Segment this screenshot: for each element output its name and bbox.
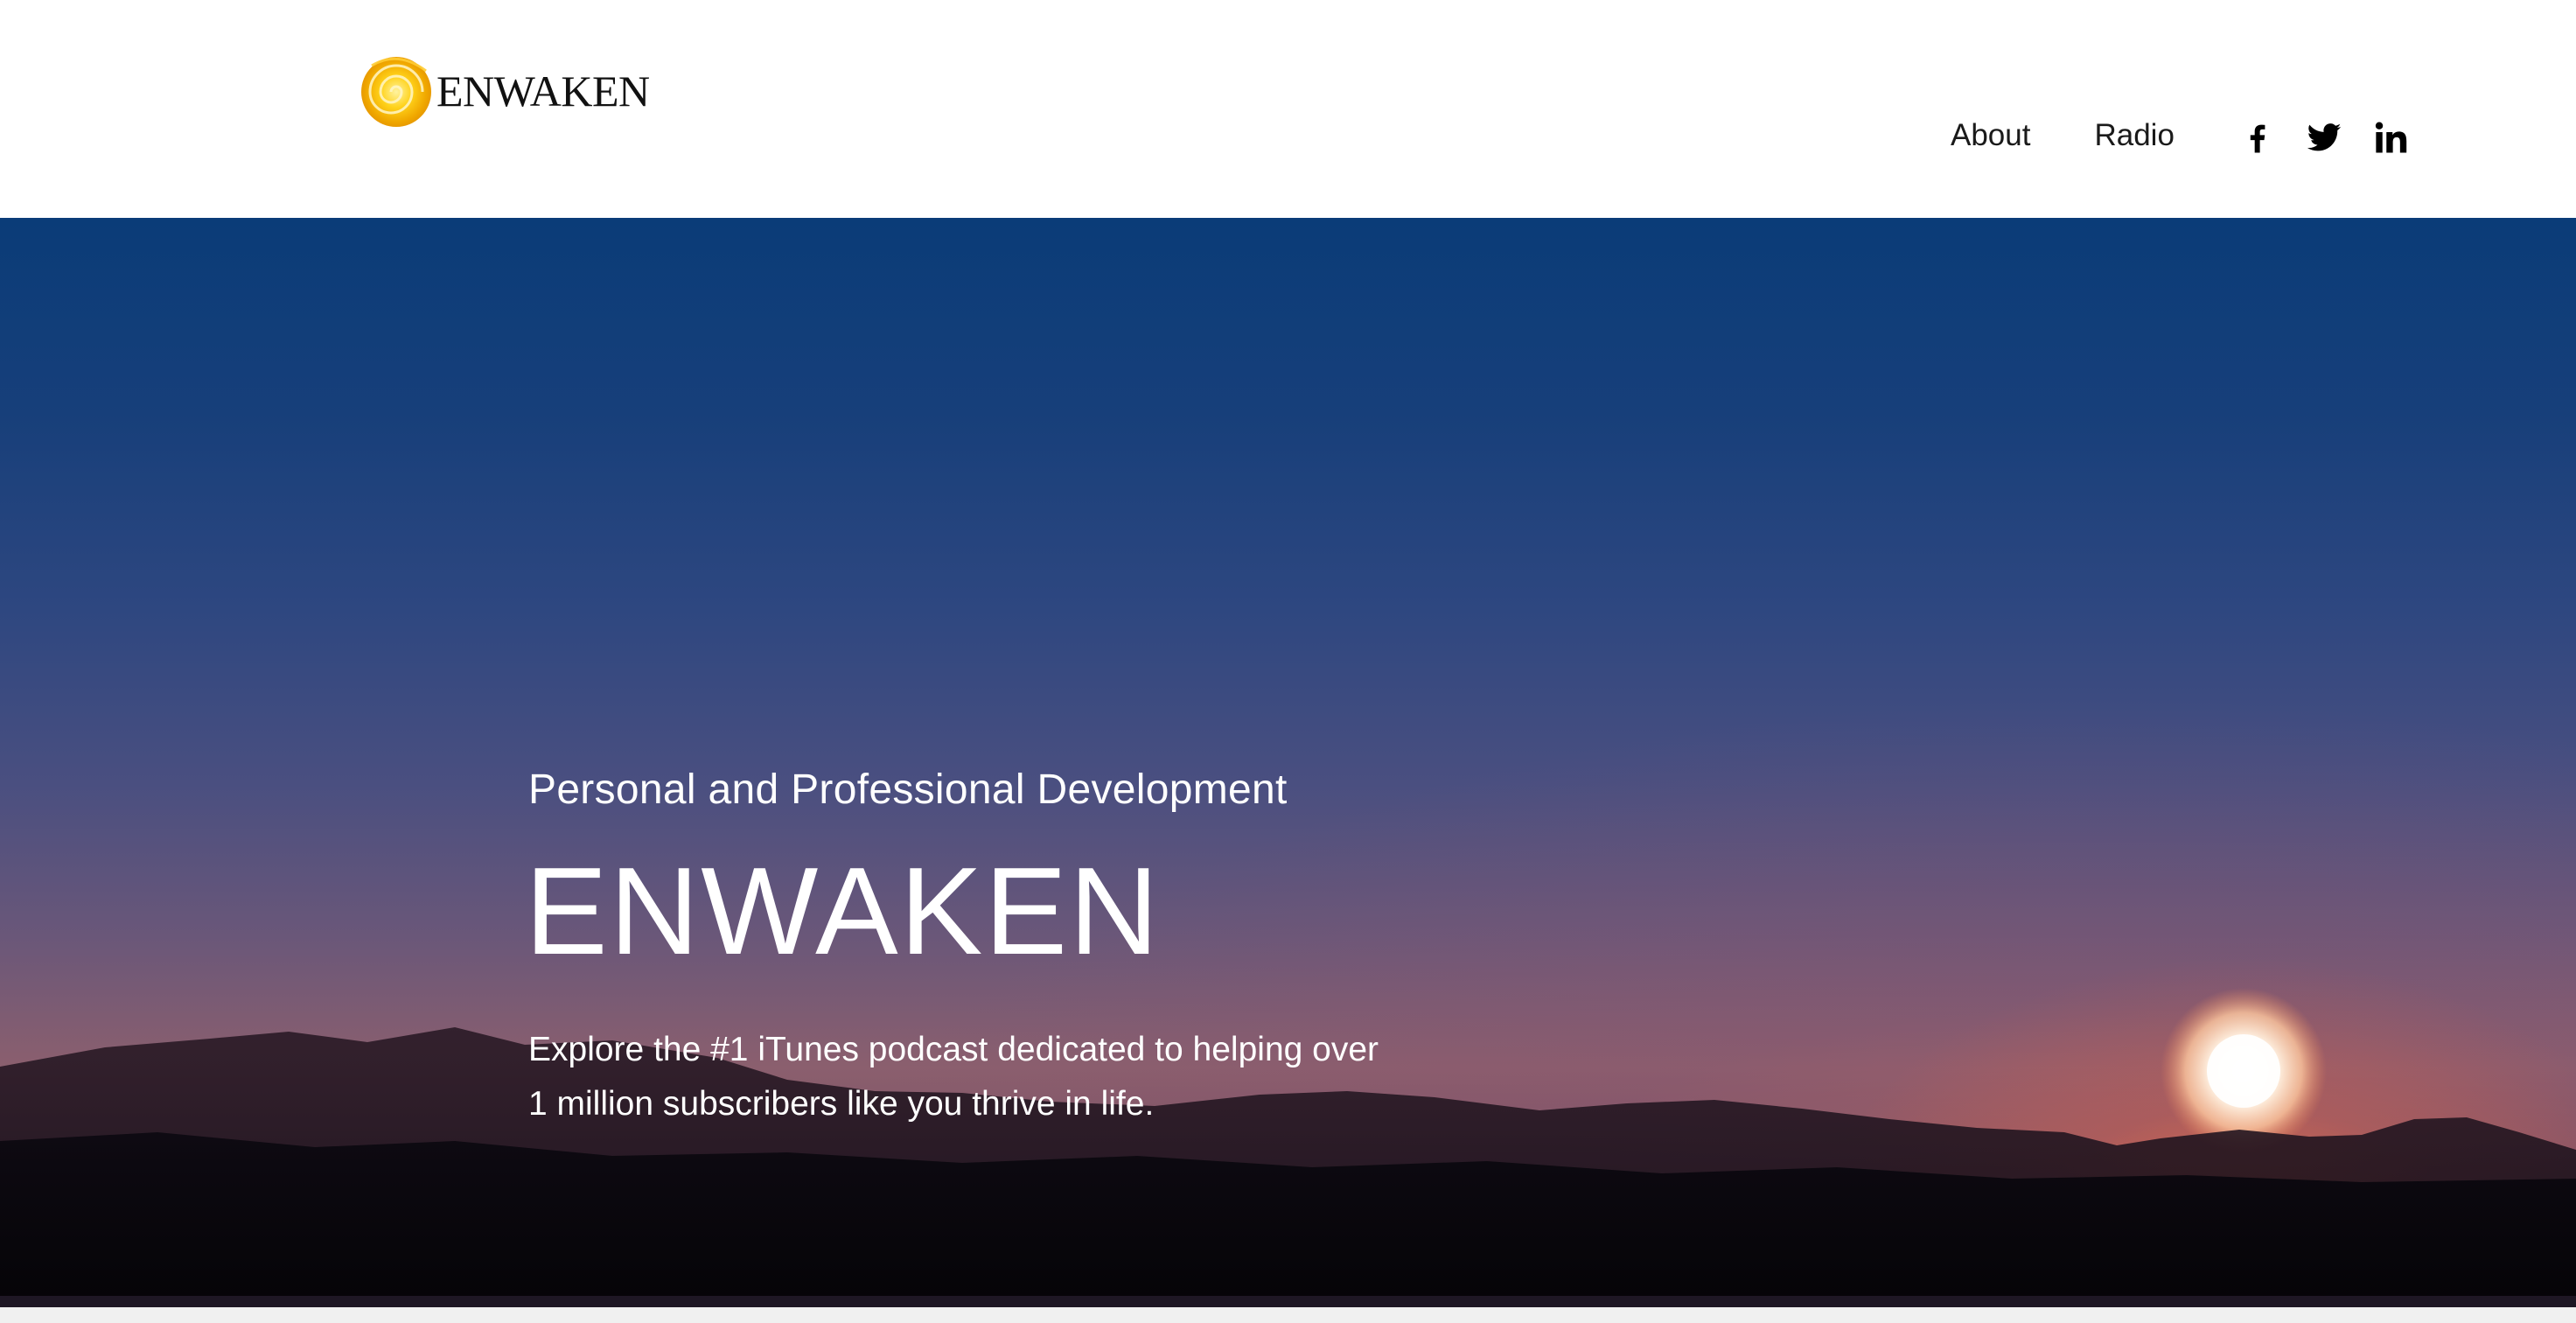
linkedin-icon[interactable] — [2372, 119, 2409, 156]
twitter-icon[interactable] — [2306, 119, 2342, 156]
page: ENWAKEN About Radio Personal and Profess… — [0, 0, 2576, 1323]
section-divider — [0, 1307, 2576, 1323]
hero-subtitle: Personal and Professional Development — [528, 766, 1288, 813]
site-logo[interactable]: ENWAKEN — [354, 18, 650, 171]
facebook-icon[interactable] — [2239, 119, 2276, 156]
logo-wordmark: ENWAKEN — [436, 66, 650, 116]
nav-link-radio[interactable]: Radio — [2094, 118, 2174, 153]
site-header: ENWAKEN About Radio — [0, 0, 2576, 218]
hero-description: Explore the #1 iTunes podcast dedicated … — [528, 1031, 1379, 1123]
sunset-mountains-image — [0, 988, 2576, 1307]
hero-title: ENWAKEN — [525, 842, 1161, 981]
hero-banner: Personal and Professional Development EN… — [0, 218, 2576, 1307]
nav-link-about[interactable]: About — [1951, 118, 2030, 153]
social-bar — [2239, 119, 2409, 156]
main-nav: About Radio — [1924, 118, 2175, 153]
sun-swirl-logo-icon — [361, 56, 431, 127]
